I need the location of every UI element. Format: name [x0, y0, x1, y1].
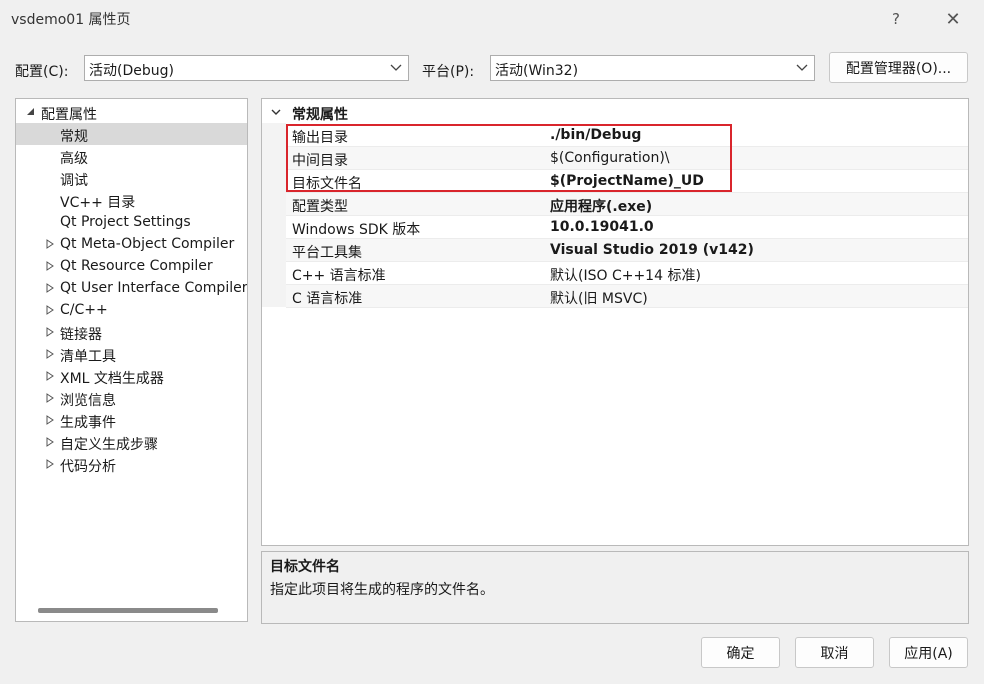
property-row-cpp-standard[interactable]: C++ 语言标准 默认(ISO C++14 标准) — [286, 262, 968, 285]
tree-item-label: 高级 — [60, 151, 88, 167]
ok-button[interactable]: 确定 — [701, 637, 780, 668]
property-key: 配置类型 — [292, 199, 348, 215]
config-manager-button[interactable]: 配置管理器(O)... — [829, 52, 968, 83]
config-dropdown[interactable]: 活动(Debug) — [84, 55, 409, 81]
chevron-down-icon — [271, 109, 281, 115]
tree-root-label: 配置属性 — [41, 107, 97, 123]
tree-item-label: Qt Project Settings — [60, 214, 191, 230]
expand-icon — [46, 459, 54, 469]
property-value: 默认(旧 MSVC) — [550, 291, 648, 307]
property-value: 10.0.19041.0 — [550, 219, 654, 235]
tree-item-vc-directories[interactable]: VC++ 目录 — [16, 189, 247, 211]
property-key: 平台工具集 — [292, 245, 362, 261]
tree-item-label: Qt Resource Compiler — [60, 258, 213, 274]
tree-item-label: C/C++ — [60, 302, 108, 318]
tree-item-xml-doc-generator[interactable]: XML 文档生成器 — [16, 365, 247, 387]
description-text: 指定此项目将生成的程序的文件名。 — [270, 582, 494, 598]
expand-icon — [46, 305, 54, 315]
tree-item-label: XML 文档生成器 — [60, 371, 164, 387]
description-pane: 目标文件名 指定此项目将生成的程序的文件名。 — [261, 551, 969, 624]
close-icon: ✕ — [945, 8, 961, 30]
property-row-platform-toolset[interactable]: 平台工具集 Visual Studio 2019 (v142) — [286, 239, 968, 262]
property-row-config-type[interactable]: 配置类型 应用程序(.exe) — [286, 193, 968, 216]
property-key: C++ 语言标准 — [292, 268, 386, 284]
cancel-button[interactable]: 取消 — [795, 637, 874, 668]
help-icon: ? — [892, 10, 900, 28]
grid-gutter — [262, 123, 286, 307]
close-button[interactable]: ✕ — [933, 6, 973, 32]
platform-value: 活动(Win32) — [495, 63, 579, 79]
expand-icon — [46, 283, 54, 293]
property-value: 应用程序(.exe) — [550, 199, 653, 215]
tree-item-qt-project-settings[interactable]: Qt Project Settings — [16, 211, 247, 233]
expand-icon — [46, 261, 54, 271]
tree-item-label: Qt Meta-Object Compiler — [60, 236, 235, 252]
property-value: Visual Studio 2019 (v142) — [550, 242, 754, 258]
property-row-windows-sdk[interactable]: Windows SDK 版本 10.0.19041.0 — [286, 216, 968, 239]
tree-item-browse-info[interactable]: 浏览信息 — [16, 387, 247, 409]
expand-icon — [46, 371, 54, 381]
tree-item-label: 链接器 — [60, 327, 102, 343]
expand-icon — [46, 415, 54, 425]
collapse-icon — [27, 108, 34, 115]
tree-item-label: 清单工具 — [60, 349, 116, 365]
tree-item-code-analysis[interactable]: 代码分析 — [16, 453, 247, 475]
section-title: 常规属性 — [292, 107, 348, 123]
property-value: 默认(ISO C++14 标准) — [550, 268, 701, 284]
tree-item-linker[interactable]: 链接器 — [16, 321, 247, 343]
expand-icon — [46, 393, 54, 403]
expand-icon — [46, 239, 54, 249]
expand-icon — [46, 327, 54, 337]
tree-item-debugging[interactable]: 调试 — [16, 167, 247, 189]
apply-button[interactable]: 应用(A) — [889, 637, 968, 668]
section-header-general[interactable]: 常规属性 — [262, 101, 968, 123]
platform-dropdown[interactable]: 活动(Win32) — [490, 55, 815, 81]
chevron-down-icon — [796, 64, 808, 71]
platform-label: 平台(P): — [422, 64, 475, 80]
description-title: 目标文件名 — [270, 559, 340, 575]
window-title: vsdemo01 属性页 — [11, 12, 131, 28]
horizontal-scrollbar[interactable] — [38, 608, 218, 613]
tree-item-general[interactable]: 常规 — [16, 123, 247, 145]
property-key: Windows SDK 版本 — [292, 222, 421, 238]
tree-item-qt-moc[interactable]: Qt Meta-Object Compiler — [16, 233, 247, 255]
property-row-c-standard[interactable]: C 语言标准 默认(旧 MSVC) — [286, 285, 968, 308]
config-value: 活动(Debug) — [89, 63, 174, 79]
tree-item-cpp[interactable]: C/C++ — [16, 299, 247, 321]
tree-item-build-events[interactable]: 生成事件 — [16, 409, 247, 431]
expand-icon — [46, 437, 54, 447]
title-bar: vsdemo01 属性页 ? ✕ — [0, 0, 984, 38]
expand-icon — [46, 349, 54, 359]
tree-item-manifest-tool[interactable]: 清单工具 — [16, 343, 247, 365]
config-label: 配置(C): — [15, 64, 69, 80]
tree-item-advanced[interactable]: 高级 — [16, 145, 247, 167]
highlight-box — [286, 124, 732, 192]
tree-item-label: Qt User Interface Compiler — [60, 280, 248, 296]
tree-item-custom-build-step[interactable]: 自定义生成步骤 — [16, 431, 247, 453]
tree-item-qt-uic[interactable]: Qt User Interface Compiler — [16, 277, 247, 299]
property-key: C 语言标准 — [292, 291, 363, 307]
tree-item-label: 自定义生成步骤 — [60, 437, 158, 453]
tree-item-label: 浏览信息 — [60, 393, 116, 409]
tree-item-label: 调试 — [60, 173, 88, 189]
tree-item-label: VC++ 目录 — [60, 195, 136, 211]
chevron-down-icon — [390, 64, 402, 71]
tree-item-label: 生成事件 — [60, 415, 116, 431]
tree-item-label: 常规 — [60, 129, 88, 145]
tree-item-qt-rcc[interactable]: Qt Resource Compiler — [16, 255, 247, 277]
tree-item-label: 代码分析 — [60, 459, 116, 475]
property-tree: 配置属性 常规 高级 调试 VC++ 目录 Qt Project Setting… — [15, 98, 248, 622]
help-button[interactable]: ? — [876, 6, 916, 32]
tree-root[interactable]: 配置属性 — [16, 101, 247, 123]
